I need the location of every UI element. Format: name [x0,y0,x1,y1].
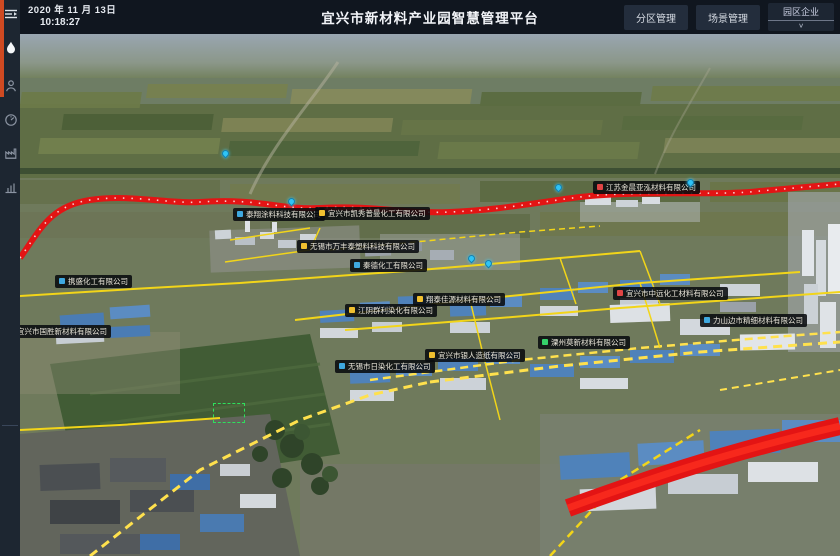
factory-icon[interactable] [4,146,18,160]
company-label-text: 泰翔涂料科技有限公司 [246,211,321,219]
scene-management-button[interactable]: 场景管理 [696,5,760,30]
flame-icon[interactable] [4,41,18,55]
menu-icon[interactable] [4,7,18,21]
company-label-text: 携盛化工有限公司 [68,278,128,286]
selection-box [213,403,245,423]
park-enterprise-dropdown-label: 园区企业 [768,5,834,21]
zone-management-button[interactable]: 分区管理 [624,5,688,30]
company-label-text: 宜兴市国胜新材料有限公司 [20,328,107,336]
company-label[interactable]: 宜兴市中远化工材料有限公司 [613,287,728,300]
company-label[interactable]: 无锡市日染化工有限公司 [335,360,435,373]
chevron-down-icon: ∨ [768,22,834,29]
company-label[interactable]: 宜兴市国胜新材料有限公司 [20,325,111,338]
company-label-text: 无锡市日染化工有限公司 [348,363,431,371]
company-label[interactable]: 江阴群利染化有限公司 [345,304,437,317]
company-label[interactable]: 溧州莫新材料有限公司 [538,336,630,349]
company-marker-icon [597,184,603,190]
company-label[interactable]: 宜兴市凯秀普曼化工有限公司 [315,207,430,220]
company-label-text: 力山边市精细材料有限公司 [713,317,803,325]
location-pin-icon[interactable] [287,197,297,207]
company-label-text: 翔泰佳源材料有限公司 [426,296,501,304]
company-label-text: 宜兴市银人造纸有限公司 [438,352,521,360]
company-label[interactable]: 宜兴市银人造纸有限公司 [425,349,525,362]
company-label-text: 溧州莫新材料有限公司 [551,339,626,347]
company-marker-icon [417,296,423,302]
company-marker-icon [349,307,355,313]
company-marker-icon [429,352,435,358]
company-label-text: 无锡市万丰泰塑料科技有限公司 [310,243,415,251]
location-pin-icon[interactable] [221,149,231,159]
company-label[interactable]: 泰翔涂料科技有限公司 [233,208,325,221]
company-label[interactable]: 江苏金晨亚泓材料有限公司 [593,181,700,194]
bar-chart-icon[interactable] [4,180,18,194]
map-canvas[interactable]: 泰翔涂料科技有限公司宜兴市凯秀普曼化工有限公司无锡市万丰泰塑料科技有限公司秦德化… [20,34,840,556]
company-marker-icon [617,290,623,296]
map-overlay-layer: 泰翔涂料科技有限公司宜兴市凯秀普曼化工有限公司无锡市万丰泰塑料科技有限公司秦德化… [20,34,840,556]
company-label[interactable]: 秦德化工有限公司 [350,259,427,272]
company-label-text: 宜兴市凯秀普曼化工有限公司 [328,210,426,218]
company-label[interactable]: 携盛化工有限公司 [55,275,132,288]
header-actions: 分区管理 场景管理 园区企业 ∨ [624,0,834,34]
company-marker-icon [354,262,360,268]
location-pin-icon[interactable] [554,183,564,193]
company-marker-icon [319,210,325,216]
company-label-text: 宜兴市中远化工材料有限公司 [626,290,724,298]
company-label-text: 江阴群利染化有限公司 [358,307,433,315]
location-pin-icon[interactable] [467,254,477,264]
gauge-icon[interactable] [4,113,18,127]
person-icon[interactable] [4,79,18,93]
app-window: 2020 年 11 月 13日 10:18:27 宜兴市新材料产业园智慧管理平台… [0,0,840,556]
company-marker-icon [237,211,243,217]
company-label[interactable]: 力山边市精细材料有限公司 [700,314,807,327]
company-marker-icon [59,278,65,284]
company-label-text: 江苏金晨亚泓材料有限公司 [606,184,696,192]
company-label-text: 秦德化工有限公司 [363,262,423,270]
company-marker-icon [301,243,307,249]
company-marker-icon [704,317,710,323]
company-label[interactable]: 无锡市万丰泰塑料科技有限公司 [297,240,419,253]
company-marker-icon [542,339,548,345]
location-pin-icon[interactable] [484,259,494,269]
sidebar [0,0,20,556]
sidebar-divider [2,425,18,426]
company-label[interactable]: 翔泰佳源材料有限公司 [413,293,505,306]
company-marker-icon [339,363,345,369]
header-bar: 2020 年 11 月 13日 10:18:27 宜兴市新材料产业园智慧管理平台… [20,0,840,34]
park-enterprise-dropdown[interactable]: 园区企业 ∨ [768,3,834,31]
